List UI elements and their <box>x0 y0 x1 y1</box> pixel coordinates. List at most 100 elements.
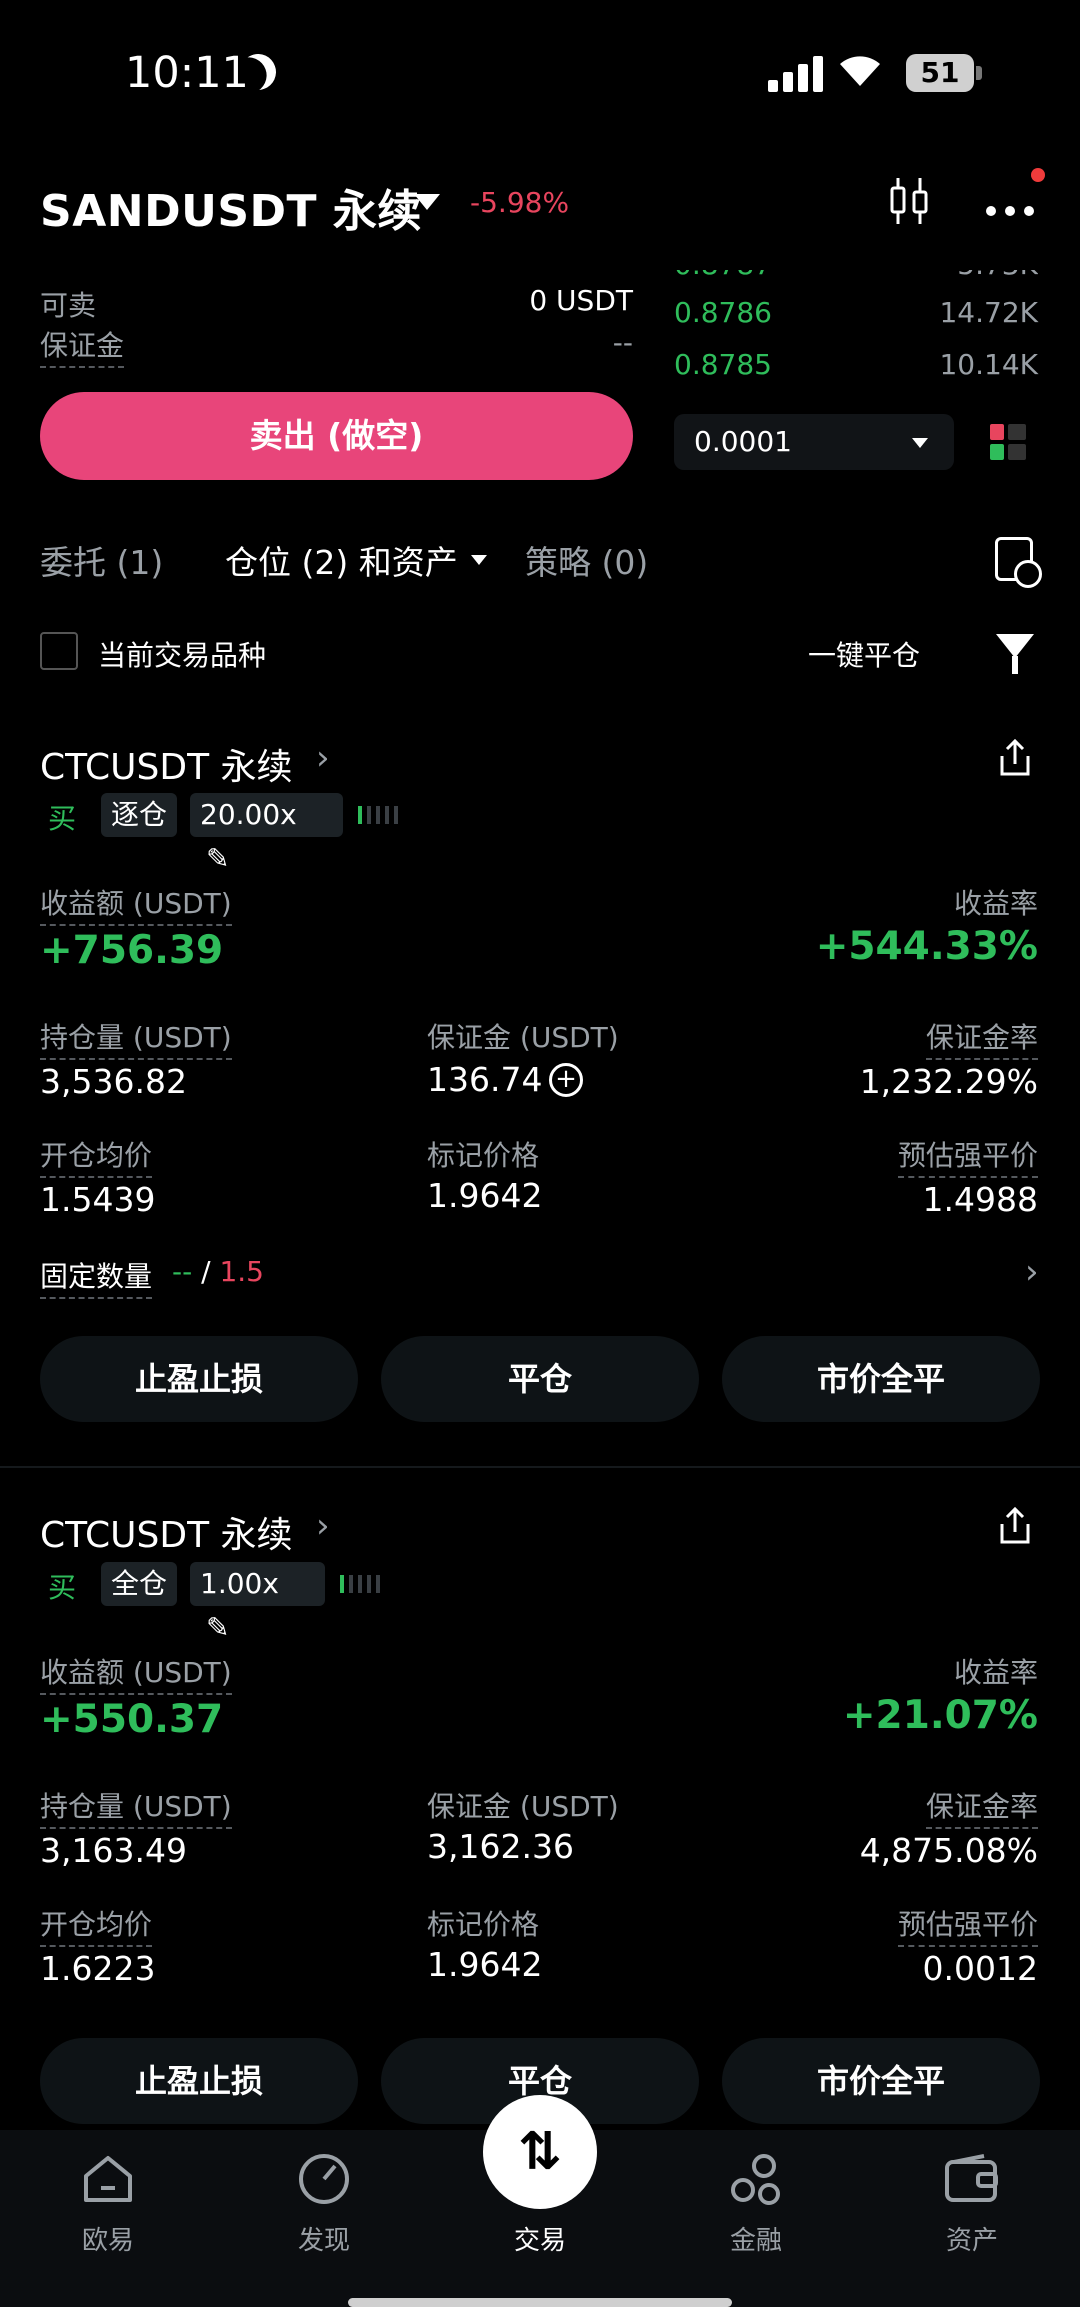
entry-label: 开仓均价 <box>40 1134 153 1178</box>
nav-label[interactable]: 交易 <box>483 2220 597 2257</box>
tab-strategies[interactable]: 策略 (0) <box>525 536 648 584</box>
margin-value: -- <box>612 326 633 359</box>
chevron-down-icon[interactable] <box>471 555 487 565</box>
sellable-value: 0 USDT <box>529 284 633 317</box>
close-position-button[interactable]: 平仓 <box>381 1336 699 1422</box>
edit-icon[interactable]: ✎ <box>206 842 229 875</box>
margin-value: 136.74 <box>427 1060 543 1099</box>
size-value: 3,536.82 <box>40 1062 187 1101</box>
mark-label: 标记价格 <box>427 1908 540 1941</box>
battery-icon: 51 <box>906 54 974 92</box>
market-close-all-button[interactable]: 市价全平 <box>722 2038 1040 2124</box>
share-icon[interactable] <box>998 738 1032 778</box>
orderbook-price[interactable]: 0.8785 <box>674 348 772 381</box>
sell-short-button[interactable]: 卖出 (做空) <box>40 392 633 480</box>
roe-label: 收益率 <box>953 1656 1038 1689</box>
wallet-icon <box>943 2150 1001 2208</box>
pnl-value: +756.39 <box>40 928 224 973</box>
leverage-tag[interactable]: 1.00x ✎ <box>190 1562 325 1644</box>
edit-icon[interactable]: ✎ <box>206 1611 229 1644</box>
size-value: 3,163.49 <box>40 1831 187 1870</box>
add-margin-icon[interactable]: + <box>549 1063 583 1097</box>
side-badge: 买 <box>48 802 77 835</box>
wifi-icon <box>838 52 882 98</box>
share-icon[interactable] <box>998 1506 1032 1546</box>
divider <box>0 1466 1080 1468</box>
nav-label: 金融 <box>729 2226 782 2256</box>
entry-value: 1.5439 <box>40 1180 156 1219</box>
margin-ratio-label: 保证金率 <box>925 1785 1038 1829</box>
roe-value: +21.07% <box>842 1693 1038 1738</box>
pnl-label: 收益额 (USDT) <box>40 882 232 926</box>
nav-item-home[interactable]: 欧易 <box>33 2150 183 2257</box>
orderbook-qty: 14.72K <box>939 296 1038 329</box>
orderbook-layout-icon[interactable] <box>990 424 1028 462</box>
chevron-down-icon[interactable] <box>414 194 440 210</box>
nav-item-finance[interactable]: 金融 <box>681 2150 831 2257</box>
size-label: 持仓量 (USDT) <box>40 1785 232 1829</box>
order-history-icon[interactable] <box>995 537 1042 588</box>
fixed-qty-label: 固定数量 <box>40 1255 153 1299</box>
notification-dot <box>1031 168 1045 182</box>
margin-label: 保证金 (USDT) <box>427 1790 619 1823</box>
margin-label: 保证金 <box>40 324 125 368</box>
signal-icon <box>768 56 826 92</box>
roe-label: 收益率 <box>953 887 1038 920</box>
margin-ratio-label: 保证金率 <box>925 1016 1038 1060</box>
entry-label: 开仓均价 <box>40 1903 153 1947</box>
current-symbol-checkbox[interactable] <box>40 632 78 670</box>
close-all-button[interactable]: 一键平仓 <box>808 634 920 674</box>
leverage-value: 20.00x <box>200 798 297 831</box>
leverage-tag[interactable]: 20.00x ✎ <box>190 793 343 875</box>
margin-label: 保证金 (USDT) <box>427 1021 619 1054</box>
nav-item-assets[interactable]: 资产 <box>897 2150 1047 2257</box>
side-badge: 买 <box>48 1571 77 1604</box>
margin-mode-tag: 全仓 <box>101 1562 178 1606</box>
tpsl-button[interactable]: 止盈止损 <box>40 2038 358 2124</box>
trade-icon[interactable]: ⇅ <box>483 2095 597 2209</box>
pnl-label: 收益额 (USDT) <box>40 1651 232 1695</box>
pair-change: -5.98% <box>470 186 570 219</box>
sellable-label: 可卖 <box>40 289 97 322</box>
chevron-down-icon[interactable] <box>912 438 928 448</box>
chevron-right-icon[interactable]: › <box>1025 1252 1039 1292</box>
pair-title[interactable]: SANDUSDT 永续 <box>40 175 422 239</box>
liq-label: 预估强平价 <box>897 1134 1038 1178</box>
current-symbol-label: 当前交易品种 <box>98 639 267 672</box>
margin-ratio-value: 4,875.08% <box>859 1831 1038 1870</box>
market-close-all-button[interactable]: 市价全平 <box>722 1336 1040 1422</box>
liq-label: 预估强平价 <box>897 1903 1038 1947</box>
margin-ratio-value: 1,232.29% <box>859 1062 1038 1101</box>
finance-icon <box>727 2150 785 2208</box>
chevron-right-icon[interactable]: › <box>316 1506 330 1546</box>
position-symbol[interactable]: CTCUSDT 永续 <box>40 1506 293 1558</box>
orderbook-qty: 10.14K <box>939 348 1038 381</box>
orderbook-price[interactable]: 0.8786 <box>674 296 772 329</box>
status-time: 10:11 <box>125 48 249 98</box>
orderbook-price[interactable]: 0.8787 <box>674 270 772 281</box>
nav-label: 资产 <box>945 2226 998 2256</box>
margin-mode-tag: 逐仓 <box>101 793 178 837</box>
filter-icon[interactable] <box>996 634 1034 674</box>
mark-value: 1.9642 <box>427 1176 543 1215</box>
candlestick-icon[interactable] <box>888 176 932 226</box>
margin-value: 3,162.36 <box>427 1827 574 1866</box>
battery-tip <box>976 66 982 80</box>
position-symbol[interactable]: CTCUSDT 永续 <box>40 738 293 790</box>
nav-item-discover[interactable]: 发现 <box>249 2150 399 2257</box>
nav-label: 欧易 <box>81 2226 134 2256</box>
home-indicator[interactable] <box>348 2298 732 2307</box>
home-icon <box>79 2150 137 2208</box>
pnl-value: +550.37 <box>40 1697 224 1742</box>
chevron-right-icon[interactable]: › <box>316 738 330 778</box>
liq-value: 0.0012 <box>922 1949 1038 1988</box>
tab-positions[interactable]: 仓位 (2) 和资产 <box>225 536 458 584</box>
tab-orders[interactable]: 委托 (1) <box>40 536 163 584</box>
more-icon[interactable] <box>985 196 1035 217</box>
roe-value: +544.33% <box>815 924 1038 969</box>
liq-value: 1.4988 <box>922 1180 1038 1219</box>
mark-value: 1.9642 <box>427 1945 543 1984</box>
discover-icon <box>295 2150 353 2208</box>
risk-level-bars <box>340 1562 380 1606</box>
tpsl-button[interactable]: 止盈止损 <box>40 1336 358 1422</box>
